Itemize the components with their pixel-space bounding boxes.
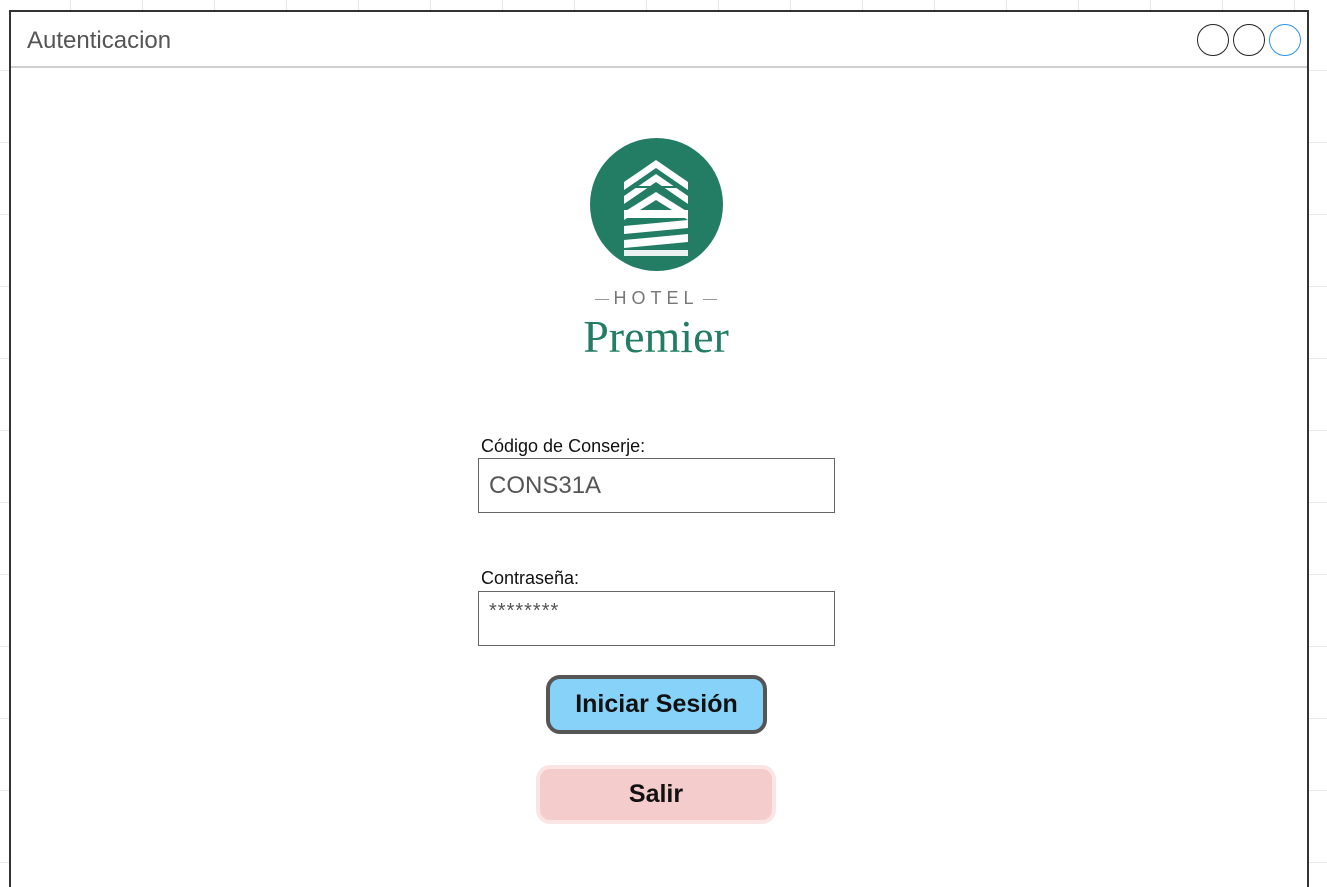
- password-input[interactable]: [478, 591, 835, 646]
- hotel-logo: HOTEL Premier: [545, 138, 765, 368]
- hotel-building-logo-icon: [590, 138, 723, 271]
- minimize-circle-icon[interactable]: [1197, 24, 1229, 56]
- title-bar: Autenticacion: [11, 12, 1307, 68]
- login-button[interactable]: Iniciar Sesión: [546, 675, 767, 734]
- logo-premier-text: Premier: [583, 311, 729, 362]
- building-icon: [624, 160, 688, 256]
- maximize-circle-icon[interactable]: [1233, 24, 1265, 56]
- logo-dash-left: [595, 298, 610, 300]
- window-title: Autenticacion: [27, 27, 172, 54]
- password-label: Contraseña:: [481, 568, 580, 588]
- close-circle-icon[interactable]: [1269, 24, 1301, 56]
- code-label: Código de Conserje:: [481, 436, 646, 456]
- logo-hotel-word: HOTEL: [613, 288, 699, 308]
- logo-hotel-text: HOTEL: [545, 288, 767, 309]
- logo-dash-right: [702, 298, 717, 300]
- window-controls: [1197, 24, 1301, 56]
- exit-button[interactable]: Salir: [536, 765, 776, 824]
- canvas: Autenticacion HOTEL Premier Código de Co…: [0, 0, 1327, 887]
- code-input[interactable]: [478, 458, 835, 513]
